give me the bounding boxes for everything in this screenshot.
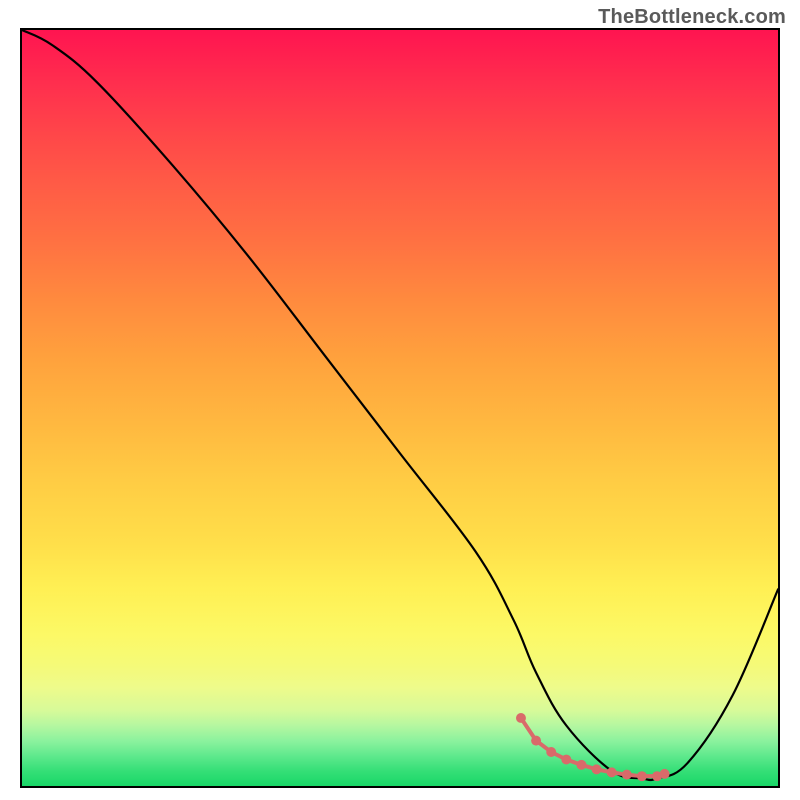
marker-dot — [660, 769, 670, 779]
chart-svg — [22, 30, 778, 786]
marker-dot — [592, 764, 602, 774]
marker-dot — [622, 770, 632, 780]
marker-dot — [516, 713, 526, 723]
marker-dot — [637, 771, 647, 781]
plot-area — [20, 28, 780, 788]
marker-dot — [546, 747, 556, 757]
marker-dot — [531, 736, 541, 746]
bottom-markers — [516, 713, 670, 781]
watermark-text: TheBottleneck.com — [598, 6, 786, 29]
chart-container: TheBottleneck.com — [0, 0, 800, 800]
marker-dot — [576, 760, 586, 770]
curve-line — [22, 30, 778, 780]
marker-dot — [561, 755, 571, 765]
marker-dot — [607, 767, 617, 777]
